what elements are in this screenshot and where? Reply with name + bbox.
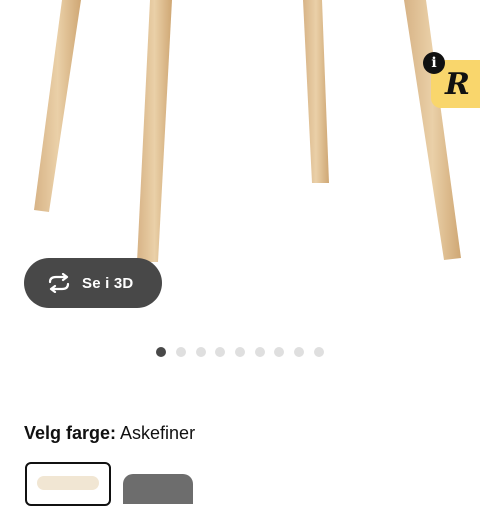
carousel-dot[interactable] <box>156 347 166 357</box>
brand-logo-icon: R <box>445 66 470 102</box>
chair-leg <box>34 0 81 212</box>
chair-leg <box>404 0 461 260</box>
color-select-label: Velg farge: <box>24 423 117 443</box>
carousel-dot[interactable] <box>294 347 304 357</box>
color-selection: Velg farge: Askefiner <box>24 423 195 444</box>
selected-color-value: Askefiner <box>120 423 196 443</box>
color-swatch-fill <box>37 476 99 490</box>
info-icon[interactable]: i <box>423 52 445 74</box>
carousel-dot[interactable] <box>274 347 284 357</box>
view-in-3d-label: Se i 3D <box>82 274 134 292</box>
carousel-dot[interactable] <box>215 347 225 357</box>
rotate-360-icon <box>46 272 72 294</box>
carousel-dot[interactable] <box>314 347 324 357</box>
color-swatch-selected[interactable] <box>25 462 111 506</box>
carousel-dot[interactable] <box>176 347 186 357</box>
chair-leg <box>303 0 329 183</box>
carousel-dot[interactable] <box>235 347 245 357</box>
view-in-3d-button[interactable]: Se i 3D <box>24 258 162 308</box>
carousel-dot[interactable] <box>196 347 206 357</box>
color-swatch[interactable] <box>123 474 193 504</box>
image-carousel-dots <box>0 347 480 357</box>
chair-leg <box>137 0 172 262</box>
carousel-dot[interactable] <box>255 347 265 357</box>
